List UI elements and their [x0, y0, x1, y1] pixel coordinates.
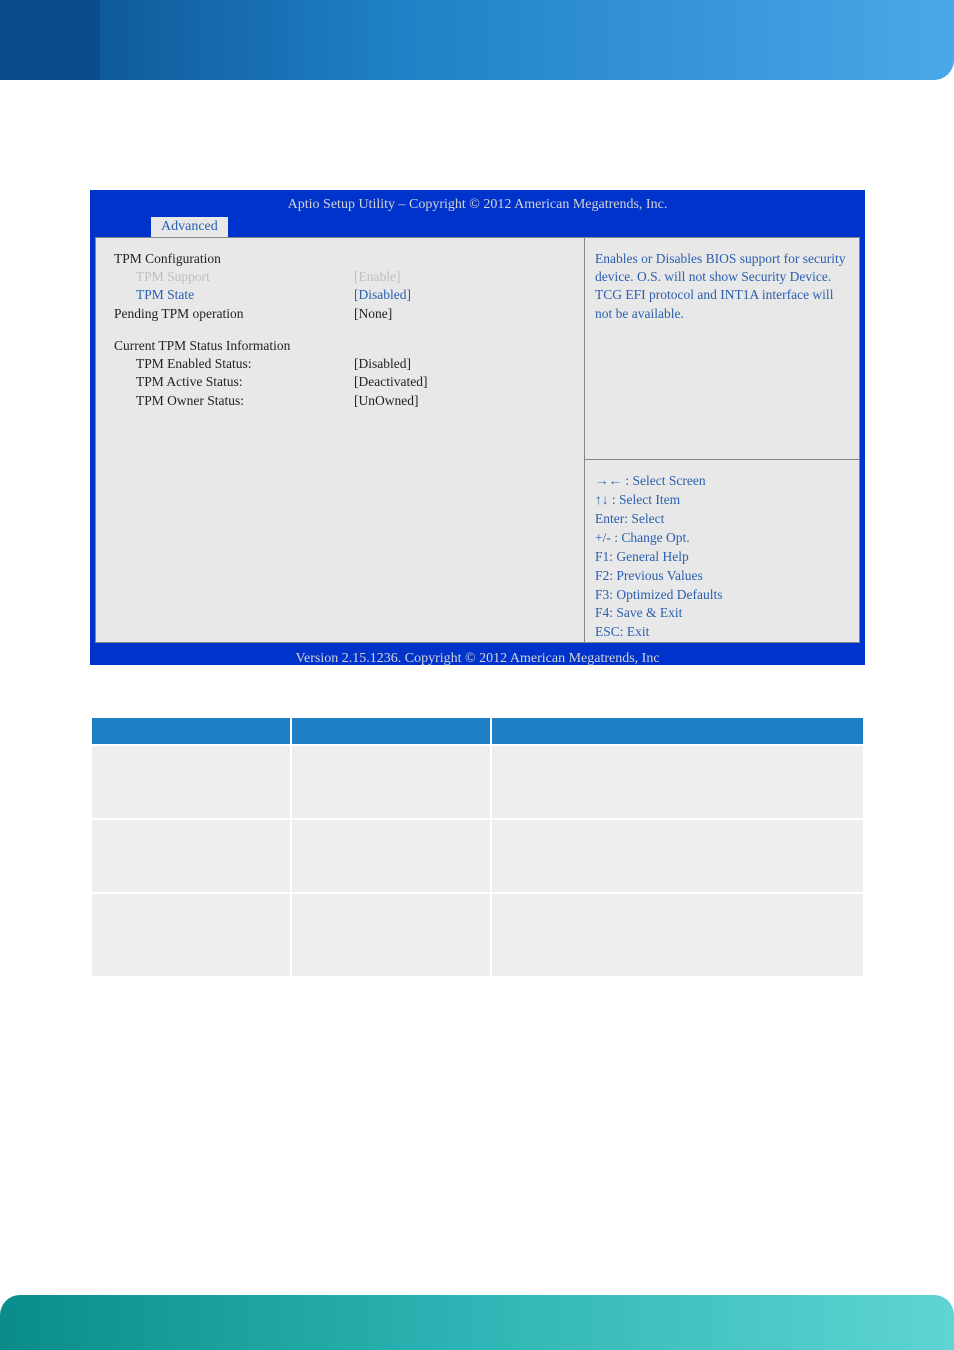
- cell: [91, 893, 291, 977]
- cell: [291, 893, 491, 977]
- page-footer-bar: [0, 1295, 954, 1350]
- cell: [491, 893, 864, 977]
- table-header-1: [91, 717, 291, 745]
- status-tpm-active-value: [Deactivated]: [354, 373, 566, 391]
- bios-nav-pane: →← : Select Screen ↑↓ : Select Item Ente…: [585, 460, 859, 654]
- nav-f1: F1: General Help: [595, 548, 849, 567]
- item-tpm-support-label[interactable]: TPM Support: [114, 268, 354, 286]
- bios-left-pane: TPM Configuration TPM Support [Enable] T…: [95, 237, 585, 643]
- nav-change-opt: +/- : Change Opt.: [595, 529, 849, 548]
- cell: [491, 819, 864, 893]
- item-pending-tpm-value[interactable]: [None]: [354, 305, 566, 323]
- section-tpm-configuration: TPM Configuration: [114, 250, 354, 268]
- item-tpm-state-value[interactable]: [Disabled]: [354, 286, 566, 304]
- status-tpm-active-label: TPM Active Status:: [114, 373, 354, 391]
- table-header-row: [91, 717, 864, 745]
- table-row: [91, 893, 864, 977]
- nav-esc: ESC: Exit: [595, 623, 849, 642]
- bios-right-pane: Enables or Disables BIOS support for sec…: [585, 237, 860, 643]
- header-left-block: [0, 0, 100, 80]
- options-table: [90, 716, 865, 978]
- nav-f4: F4: Save & Exit: [595, 604, 849, 623]
- status-tpm-owner-value: [UnOwned]: [354, 392, 566, 410]
- table-row: [91, 745, 864, 819]
- cell: [291, 819, 491, 893]
- section-current-status: Current TPM Status Information: [114, 337, 566, 355]
- bios-help-pane: Enables or Disables BIOS support for sec…: [585, 238, 859, 460]
- item-pending-tpm-label[interactable]: Pending TPM operation: [114, 305, 354, 323]
- item-tpm-state-label[interactable]: TPM State: [114, 286, 354, 304]
- page-header-bar: [0, 0, 954, 80]
- cell: [91, 819, 291, 893]
- cell: [91, 745, 291, 819]
- nav-select-screen: →← : Select Screen: [595, 472, 849, 491]
- table-row: [91, 819, 864, 893]
- bios-body: TPM Configuration TPM Support [Enable] T…: [91, 237, 864, 647]
- item-tpm-support-value[interactable]: [Enable]: [354, 268, 566, 286]
- table-header-2: [291, 717, 491, 745]
- status-tpm-enabled-value: [Disabled]: [354, 355, 566, 373]
- cell: [491, 745, 864, 819]
- cell: [291, 745, 491, 819]
- status-tpm-owner-label: TPM Owner Status:: [114, 392, 354, 410]
- table-header-3: [491, 717, 864, 745]
- nav-f2: F2: Previous Values: [595, 567, 849, 586]
- bios-title: Aptio Setup Utility – Copyright © 2012 A…: [91, 191, 864, 217]
- bios-setup-panel: Aptio Setup Utility – Copyright © 2012 A…: [90, 190, 865, 665]
- nav-select-item: ↑↓ : Select Item: [595, 491, 849, 510]
- status-tpm-enabled-label: TPM Enabled Status:: [114, 355, 354, 373]
- bios-tab-row: Advanced: [91, 217, 864, 237]
- help-text: Enables or Disables BIOS support for sec…: [595, 250, 849, 323]
- tab-advanced[interactable]: Advanced: [151, 217, 228, 237]
- nav-enter-select: Enter: Select: [595, 510, 849, 529]
- nav-f3: F3: Optimized Defaults: [595, 586, 849, 605]
